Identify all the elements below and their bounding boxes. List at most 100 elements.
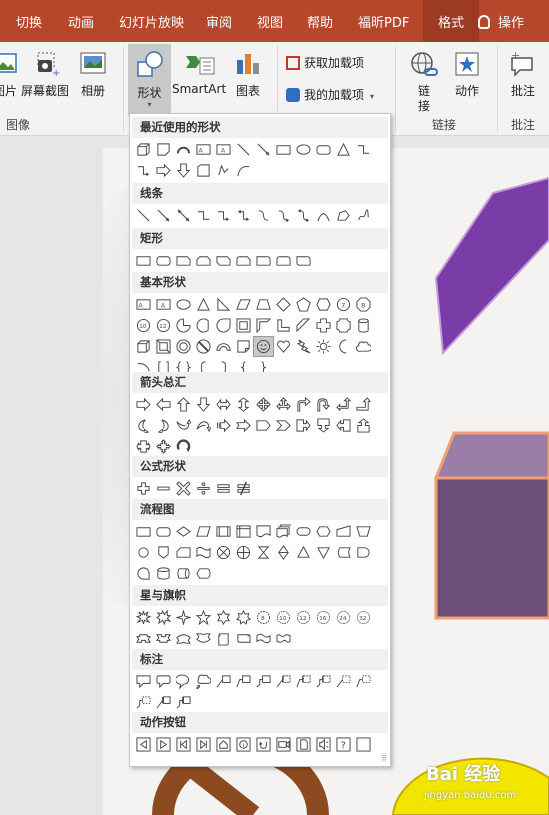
action-end-button-icon[interactable] bbox=[194, 735, 213, 754]
snip-diagonal-rectangle-shape-icon[interactable] bbox=[214, 251, 233, 270]
cube-shape-icon[interactable] bbox=[134, 337, 153, 356]
right-arrow-callout-shape-icon[interactable] bbox=[294, 416, 313, 435]
curved-down-ribbon-shape-icon[interactable] bbox=[194, 629, 213, 648]
line-callout-3-accent-bar-shape-icon[interactable] bbox=[314, 672, 333, 691]
chord-shape-icon[interactable] bbox=[194, 316, 213, 335]
line-callout-3-shape-icon[interactable] bbox=[254, 672, 273, 691]
curved-arrow-connector-shape-icon[interactable] bbox=[274, 206, 293, 225]
freeform-shape-icon[interactable] bbox=[334, 206, 353, 225]
striped-right-arrow-shape-icon[interactable] bbox=[214, 416, 233, 435]
cube-shape-icon[interactable] bbox=[134, 140, 153, 159]
tab-animations[interactable]: 动画 bbox=[68, 0, 94, 42]
flowchart-summing-junction-shape-icon[interactable] bbox=[214, 543, 233, 562]
down-arrow-shape-icon[interactable] bbox=[194, 395, 213, 414]
tab-view[interactable]: 视图 bbox=[257, 0, 283, 42]
double-arrow-line-shape-icon[interactable] bbox=[174, 206, 193, 225]
my-addins-button[interactable]: 我的加载项 ▾ bbox=[286, 86, 374, 103]
chevron-shape-icon[interactable] bbox=[274, 416, 293, 435]
flowchart-manual-input-shape-icon[interactable] bbox=[334, 522, 353, 541]
curved-up-ribbon-shape-icon[interactable] bbox=[174, 629, 193, 648]
elbow-arrow-connector-shape-icon[interactable] bbox=[134, 161, 153, 180]
heptagon-shape-icon[interactable]: 7 bbox=[334, 295, 353, 314]
right-arrow-shape-icon[interactable] bbox=[134, 395, 153, 414]
8-point-star-shape-icon[interactable]: 8 bbox=[254, 608, 273, 627]
decagon-shape-icon[interactable]: 10 bbox=[134, 316, 153, 335]
flowchart-or-shape-icon[interactable] bbox=[234, 543, 253, 562]
down-ribbon-shape-icon[interactable] bbox=[154, 629, 173, 648]
action-beginning-button-icon[interactable] bbox=[174, 735, 193, 754]
arc-shape-icon[interactable] bbox=[174, 140, 193, 159]
up-arrow-shape-icon[interactable] bbox=[174, 395, 193, 414]
notched-right-arrow-shape-icon[interactable] bbox=[234, 416, 253, 435]
u-turn-arrow-shape-icon[interactable] bbox=[314, 395, 333, 414]
flowchart-punched-tape-shape-icon[interactable] bbox=[194, 543, 213, 562]
flowchart-delay-shape-icon[interactable] bbox=[354, 543, 373, 562]
quad-arrow-callout-shape-icon[interactable] bbox=[154, 437, 173, 456]
7-point-star-shape-icon[interactable] bbox=[234, 608, 253, 627]
line-callout-1-no-border-shape-icon[interactable] bbox=[334, 672, 353, 691]
equal-shape-icon[interactable] bbox=[214, 479, 233, 498]
triangle-shape-icon[interactable] bbox=[334, 140, 353, 159]
bevel-shape-icon[interactable] bbox=[154, 337, 173, 356]
octagon-shape-icon[interactable]: 8 bbox=[354, 295, 373, 314]
smiley-face-shape-icon[interactable] bbox=[253, 336, 274, 357]
shapes-button[interactable]: 形状 ▾ bbox=[128, 44, 171, 116]
rectangle-shape-icon[interactable] bbox=[274, 140, 293, 159]
flowchart-terminator-shape-icon[interactable] bbox=[294, 522, 313, 541]
curve-shape-icon[interactable] bbox=[234, 161, 253, 180]
quad-arrow-shape-icon[interactable] bbox=[254, 395, 273, 414]
line-callout-3-border-accent-bar-shape-icon[interactable] bbox=[174, 693, 193, 712]
cloud-callout-shape-icon[interactable] bbox=[194, 672, 213, 691]
double-wave-shape-icon[interactable] bbox=[274, 629, 293, 648]
snip-round-rectangle-shape-icon[interactable] bbox=[234, 251, 253, 270]
16-point-star-shape-icon[interactable]: 16 bbox=[314, 608, 333, 627]
flowchart-display-shape-icon[interactable] bbox=[194, 564, 213, 583]
curved-right-arrow-shape-icon[interactable] bbox=[134, 416, 153, 435]
oval-shape-icon[interactable] bbox=[294, 140, 313, 159]
folded-corner-shape-icon[interactable] bbox=[234, 337, 253, 356]
action-sound-button-icon[interactable] bbox=[314, 735, 333, 754]
rectangular-callout-shape-icon[interactable] bbox=[134, 672, 153, 691]
can-shape-icon[interactable] bbox=[354, 316, 373, 335]
oval-callout-shape-icon[interactable] bbox=[174, 672, 193, 691]
curved-connector-shape-icon[interactable] bbox=[254, 206, 273, 225]
left-right-arrow-shape-icon[interactable] bbox=[214, 395, 233, 414]
flowchart-offpage-connector-shape-icon[interactable] bbox=[154, 543, 173, 562]
flowchart-alternate-process-shape-icon[interactable] bbox=[154, 522, 173, 541]
line-shape-icon[interactable] bbox=[134, 206, 153, 225]
pentagon-shape-icon[interactable] bbox=[294, 295, 313, 314]
flowchart-stored-data-shape-icon[interactable] bbox=[334, 543, 353, 562]
tab-transitions[interactable]: 切换 bbox=[16, 0, 42, 42]
up-down-arrow-shape-icon[interactable] bbox=[234, 395, 253, 414]
vertical-textbox-shape-icon[interactable]: A bbox=[214, 140, 233, 159]
horizontal-scroll-shape-icon[interactable] bbox=[234, 629, 253, 648]
line-callout-border-accent-bar-shape-icon[interactable] bbox=[154, 693, 173, 712]
tell-me[interactable]: 操作 bbox=[478, 0, 524, 42]
oval-shape-icon[interactable] bbox=[174, 295, 193, 314]
tab-foxit-pdf[interactable]: 福昕PDF bbox=[358, 0, 409, 42]
action-home-button-icon[interactable] bbox=[214, 735, 233, 754]
comment-button[interactable]: + 批注 bbox=[506, 50, 540, 99]
smartart-button[interactable]: SmartArt bbox=[172, 50, 226, 96]
flowchart-collate-shape-icon[interactable] bbox=[254, 543, 273, 562]
triangle-shape-icon[interactable] bbox=[194, 295, 213, 314]
5-point-star-shape-icon[interactable] bbox=[194, 608, 213, 627]
half-frame-shape-icon[interactable] bbox=[254, 316, 273, 335]
l-shape-icon[interactable] bbox=[274, 316, 293, 335]
donut-shape-icon[interactable] bbox=[174, 337, 193, 356]
flowchart-card-shape-icon[interactable] bbox=[174, 543, 193, 562]
right-arrow-shape-icon[interactable] bbox=[154, 161, 173, 180]
flowchart-internal-storage-shape-icon[interactable] bbox=[234, 522, 253, 541]
link-button[interactable]: 链接 bbox=[405, 50, 443, 114]
line-callout-2-shape-icon[interactable] bbox=[234, 672, 253, 691]
bent-up-arrow-shape-icon[interactable] bbox=[354, 395, 373, 414]
flowchart-merge-shape-icon[interactable] bbox=[314, 543, 333, 562]
flowchart-predefined-process-shape-icon[interactable] bbox=[214, 522, 233, 541]
block-arc-shape-icon[interactable] bbox=[214, 337, 233, 356]
get-addins-button[interactable]: 获取加载项 bbox=[286, 54, 364, 71]
snip-single-corner-rectangle-shape-icon[interactable] bbox=[174, 251, 193, 270]
vertical-scroll-shape-icon[interactable] bbox=[214, 629, 233, 648]
tab-slideshow[interactable]: 幻灯片放映 bbox=[119, 0, 184, 42]
action-information-button-icon[interactable]: i bbox=[234, 735, 253, 754]
screenshot-button[interactable]: + 屏幕截图 bbox=[20, 50, 70, 99]
